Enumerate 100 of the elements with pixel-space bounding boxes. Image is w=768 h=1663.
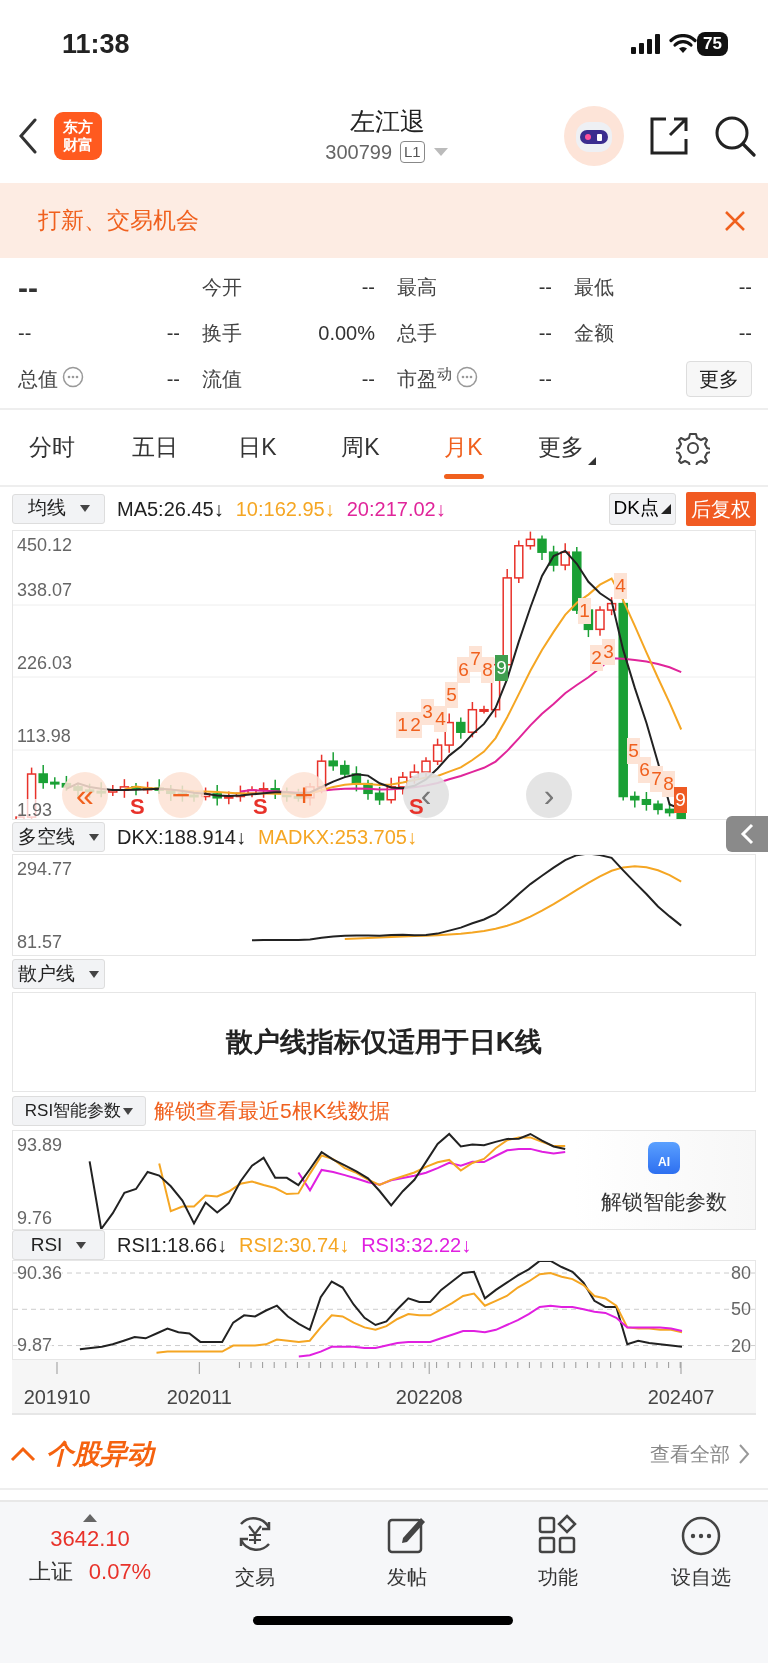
more-button[interactable]: 更多 <box>686 361 752 397</box>
count-marker: 5 <box>627 738 640 764</box>
search-icon[interactable] <box>714 114 756 157</box>
count-marker: 2 <box>409 712 422 738</box>
axis-label: 1.93 <box>17 799 53 819</box>
chevron-right-icon <box>738 1443 750 1465</box>
count-marker: 3 <box>602 639 615 665</box>
indicator-select[interactable]: RSI智能参数 <box>12 1096 146 1126</box>
axis-label: 202407 <box>647 1385 715 1410</box>
view-all-link[interactable]: 查看全部 <box>650 1439 750 1469</box>
legend-value: DKX:188.914↓ <box>117 825 246 850</box>
stat-value: -- <box>738 321 752 346</box>
stat-value: -- <box>166 367 180 392</box>
last-price: -- <box>18 269 38 306</box>
stat-value: -- <box>361 275 375 300</box>
stat-label: 换手 <box>202 321 242 346</box>
period-tab[interactable]: 五日 <box>103 410 206 485</box>
count-marker: 9 <box>674 787 687 813</box>
indicator-select[interactable]: 多空线 <box>12 822 105 852</box>
axis-label: 20 <box>730 1334 751 1357</box>
close-icon <box>724 210 746 233</box>
count-marker: 6 <box>638 757 651 783</box>
count-marker: 4 <box>614 573 627 599</box>
menu-tab[interactable]: 更多 <box>515 410 618 485</box>
period-tab[interactable]: 日K <box>206 410 309 485</box>
index-quote[interactable]: 3642.10 上证 0.07% <box>0 1514 180 1663</box>
stat-label: 最高 <box>397 275 437 300</box>
wifi-icon <box>669 34 698 54</box>
stat-value: -- <box>361 367 375 392</box>
axis-label: 201910 <box>23 1385 91 1410</box>
status-time: 11:38 <box>62 27 130 61</box>
caret-icon <box>76 1241 87 1249</box>
settings-icon[interactable] <box>676 430 710 465</box>
back-icon[interactable] <box>18 117 38 154</box>
count-marker: 8 <box>481 657 494 683</box>
stat-label: 流值 <box>202 367 242 392</box>
indicator-select[interactable]: 均线 <box>12 493 105 524</box>
legend-value: 20:217.02↓ <box>346 496 446 522</box>
legend-value: 10:162.95↓ <box>235 496 335 522</box>
nav-item[interactable]: 交易 <box>180 1514 330 1663</box>
close-button[interactable] <box>724 208 746 233</box>
signal-marker: S <box>130 795 145 819</box>
count-marker: 1 <box>578 598 591 624</box>
stat-value: -- <box>538 275 552 300</box>
collapse-button[interactable] <box>726 816 768 852</box>
pan-button[interactable]: › <box>526 772 572 818</box>
up-triangle-icon <box>83 1514 97 1522</box>
legend-value: RSI1:18.66↓ <box>117 1233 228 1258</box>
stat-label: 今开 <box>202 275 242 300</box>
notice-text: 散户线指标仅适用于日K线 <box>224 1025 544 1059</box>
robot-avatar-icon[interactable] <box>564 105 624 166</box>
stat-label: 金额 <box>574 321 614 346</box>
legend-value: RSI3:32.22↓ <box>361 1233 472 1258</box>
stat-label: 最低 <box>574 275 614 300</box>
signal-marker: S <box>253 795 268 819</box>
count-marker: 6 <box>457 657 470 683</box>
count-marker: 4 <box>434 706 447 732</box>
stat-label: 总手 <box>397 321 437 346</box>
change-percent: -- <box>166 321 180 346</box>
period-tab[interactable]: 分时 <box>0 410 103 485</box>
chevron-up-icon[interactable] <box>10 1446 36 1462</box>
axis-label: 202208 <box>395 1385 463 1410</box>
signal-select[interactable]: DK点 <box>608 492 676 525</box>
count-marker: 9 <box>495 655 508 681</box>
indicator-select[interactable]: 散户线 <box>12 959 105 989</box>
legend-value: MA5:26.45↓ <box>117 496 224 522</box>
stock-title: 左江退 <box>349 105 425 137</box>
app-logo: 东方 财富 <box>54 111 102 160</box>
caret-icon <box>79 505 90 512</box>
dropdown-caret-icon[interactable] <box>432 146 449 157</box>
period-tab[interactable]: 周K <box>309 410 412 485</box>
chevron-left-icon <box>740 823 754 845</box>
nav-item[interactable]: 发帖 <box>330 1514 483 1663</box>
stock-code: 300799 <box>325 139 393 165</box>
legend-value: MADKX:253.705↓ <box>258 825 417 850</box>
price-change: -- <box>18 321 32 346</box>
caret-icon <box>123 1107 134 1115</box>
caret-icon <box>661 503 671 514</box>
axis-label: 202011 <box>166 1385 232 1410</box>
count-marker: 5 <box>445 682 458 708</box>
stat-label: 市盈$^{动}$ <box>397 364 452 392</box>
count-marker: 8 <box>662 771 675 797</box>
info-icon[interactable] <box>456 366 478 388</box>
stat-value: -- <box>538 367 552 392</box>
ai-badge: AI <box>648 1142 680 1175</box>
count-marker: 3 <box>421 699 434 725</box>
caret-icon <box>587 456 596 465</box>
info-icon[interactable] <box>62 366 84 388</box>
indicator-select[interactable]: RSI <box>12 1230 105 1260</box>
legend-value: RSI2:30.74↓ <box>239 1233 350 1258</box>
count-marker: 1 <box>396 712 409 738</box>
section-title: 个股异动 <box>46 1437 154 1471</box>
nav-item[interactable]: 设自选 <box>633 1514 768 1663</box>
axis-label: 50 <box>730 1298 751 1321</box>
battery-indicator: 75 <box>697 32 728 56</box>
nav-item[interactable]: 功能 <box>483 1514 633 1663</box>
stat-value: -- <box>538 321 552 346</box>
signal-icon <box>631 34 662 54</box>
stat-value: -- <box>738 275 752 300</box>
count-marker: 7 <box>469 646 482 672</box>
